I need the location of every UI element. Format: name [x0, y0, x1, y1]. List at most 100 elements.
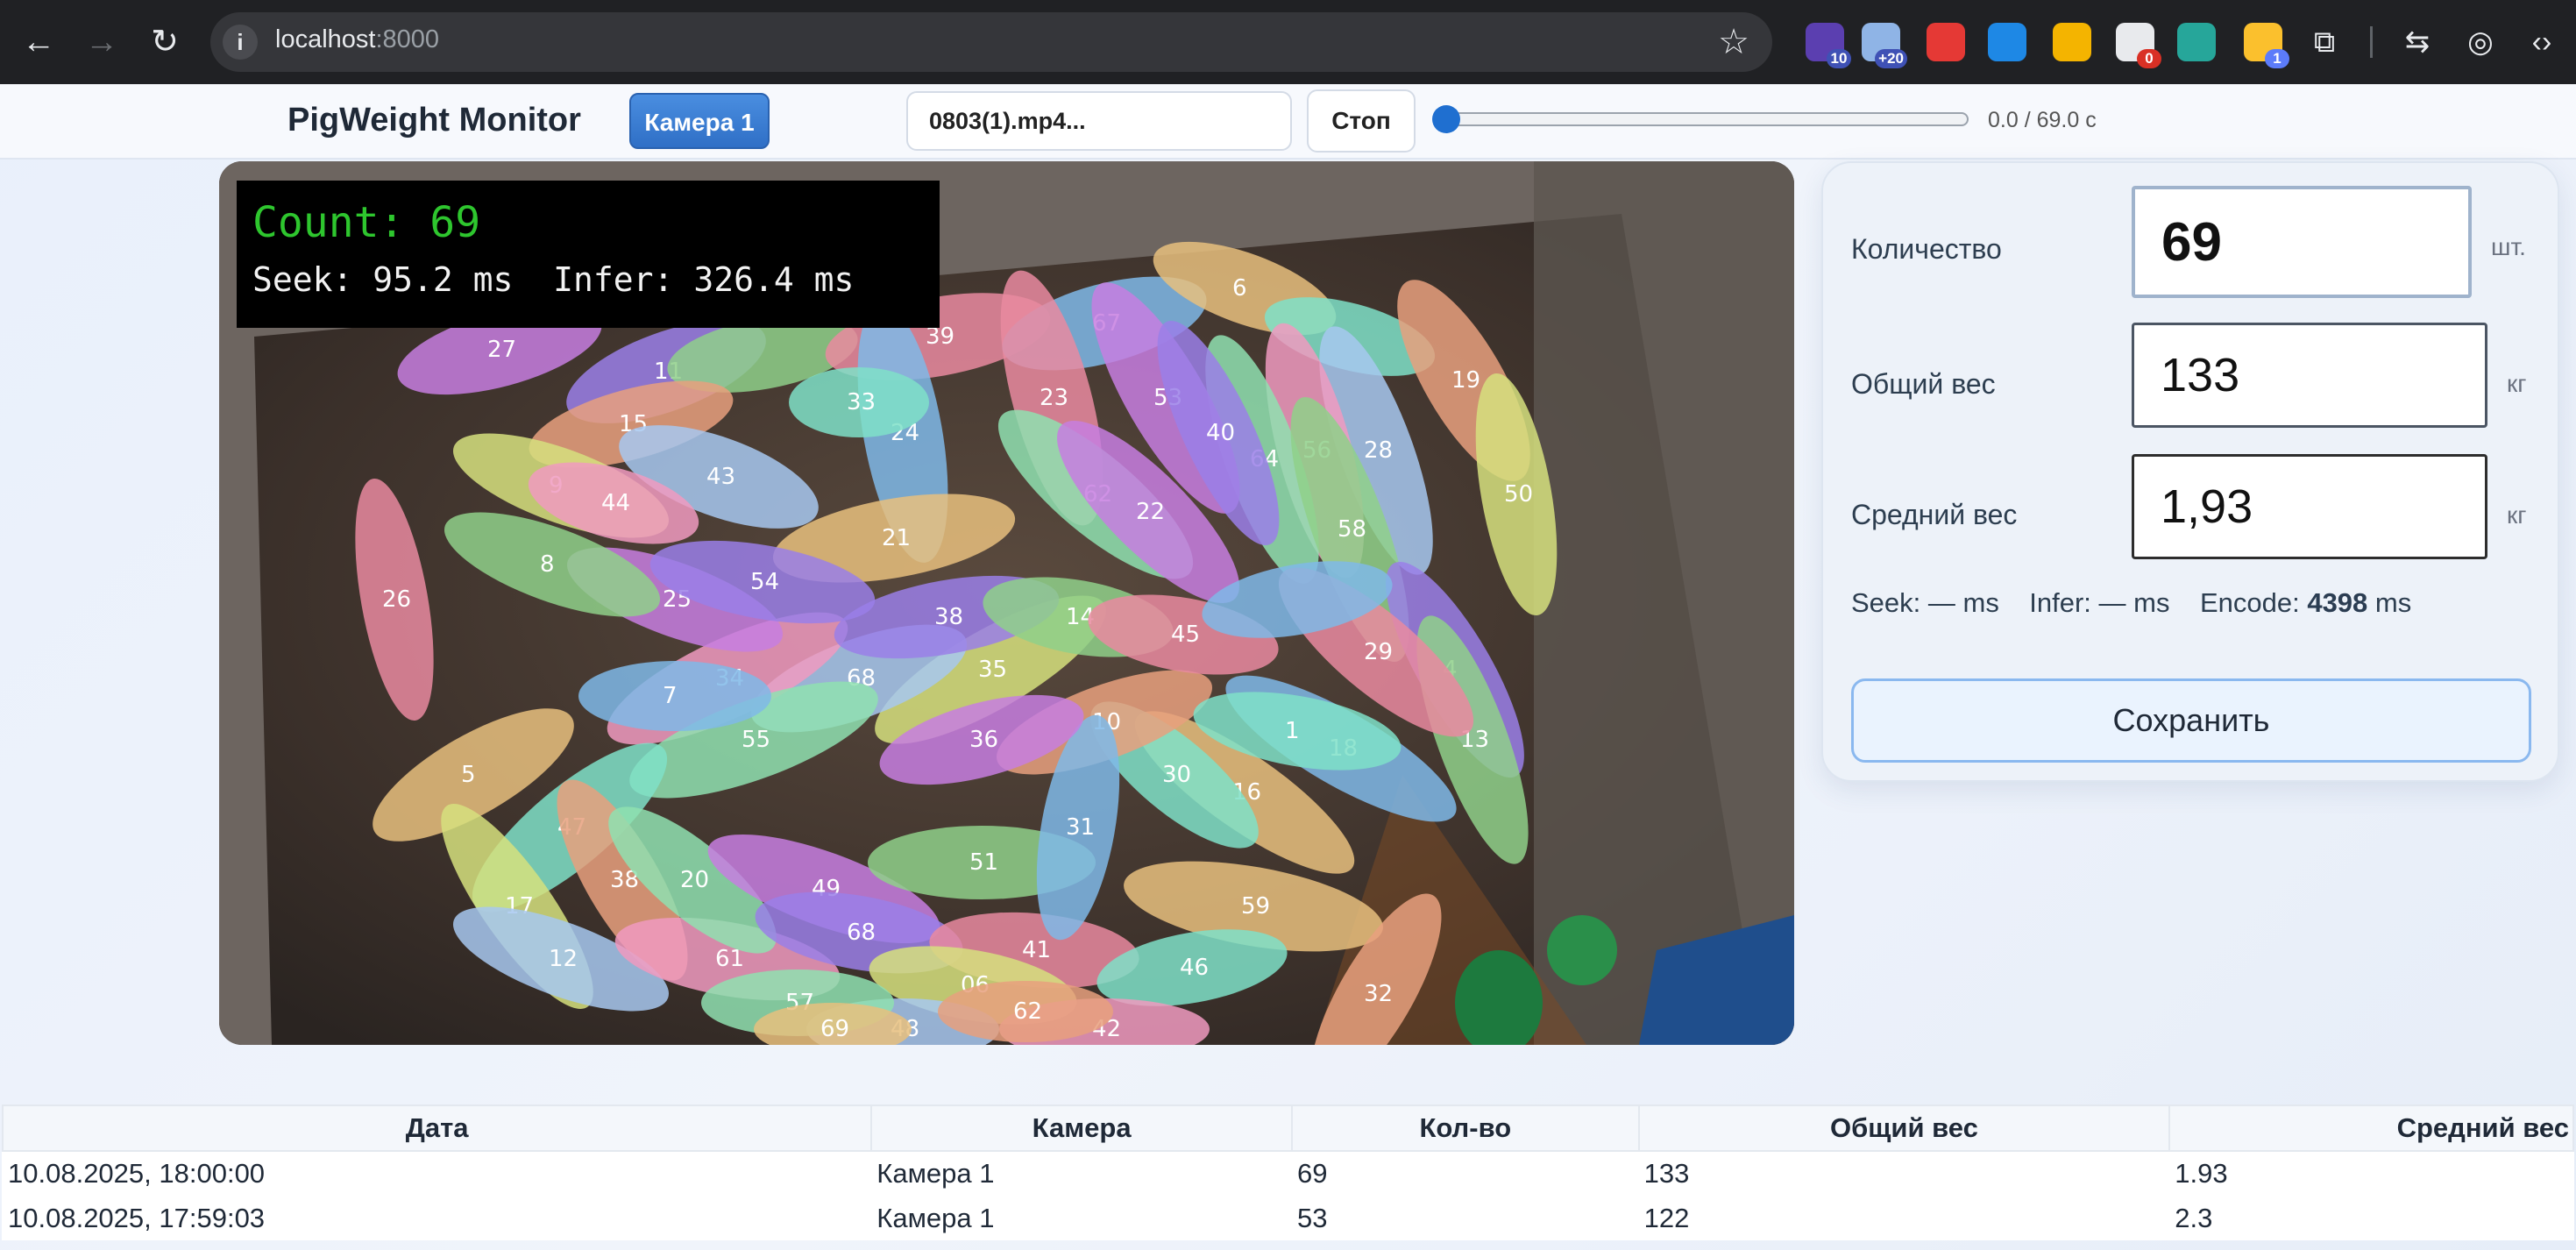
seek-metric: Seek: — ms [1851, 587, 1999, 618]
infer-metric: Infer: — ms [2029, 587, 2170, 618]
encode-unit: ms [2374, 587, 2412, 618]
pig-id-label: 8 [540, 551, 555, 578]
extensions-puzzle-icon[interactable]: ⧉ [2303, 21, 2345, 63]
cell-camera: Камера 1 [871, 1151, 1292, 1196]
adblock-hand-icon[interactable] [1927, 23, 1965, 61]
pig-id-label: 45 [1171, 621, 1200, 648]
pig-id-label: 50 [1504, 481, 1533, 508]
average-weight-unit: кг [2507, 501, 2527, 529]
devtools-code-icon[interactable]: ‹› [2521, 21, 2563, 63]
atom-extension-icon[interactable] [2177, 23, 2216, 61]
pig-id-label: 54 [750, 569, 779, 595]
pig-detection-frame: 2711396761950285664534058232421331594344… [219, 161, 1794, 1045]
cell-date: 10.08.2025, 18:00:00 [3, 1151, 872, 1196]
playback-slider[interactable] [1432, 105, 1969, 133]
pig-id-label: 62 [1013, 998, 1042, 1025]
forward-arrow-icon[interactable]: → [79, 19, 124, 65]
pig-id-label: 5 [461, 762, 476, 788]
bookmark-star-icon[interactable]: ☆ [1718, 21, 1749, 63]
stop-button[interactable]: Стоп [1307, 89, 1416, 153]
overlay-timing-text: Seek: 95.2 ms Infer: 326.4 ms [252, 260, 854, 299]
extension-badge: 0 [2137, 49, 2161, 68]
pig-id-label: 27 [487, 337, 516, 363]
column-header-date[interactable]: Дата [1, 1104, 873, 1152]
slider-thumb[interactable] [1432, 105, 1460, 133]
weather-extension-icon[interactable]: +20 [1862, 23, 1907, 68]
total-weight-value: 133 [2132, 323, 2487, 428]
pig-id-label: 41 [1022, 937, 1051, 963]
cell-count: 69 [1291, 1151, 1639, 1196]
pig-id-label: 43 [706, 464, 735, 490]
count-label: Количество [1851, 233, 2002, 265]
spy-extension-icon[interactable]: 0 [2116, 23, 2161, 68]
url-port: :8000 [375, 25, 440, 53]
reload-icon[interactable]: ↻ [142, 19, 188, 65]
pig-id-label: 36 [969, 727, 998, 753]
average-weight-value: 1,93 [2132, 454, 2487, 559]
history-table: Дата Камера Кол-во Общий вес Средний вес… [1, 1104, 2574, 1240]
screenshot-icon[interactable]: ◎ [2459, 21, 2501, 63]
pig-id-label: 30 [1162, 762, 1191, 788]
translate-icon[interactable]: ⇆ [2396, 21, 2438, 63]
site-info-icon[interactable]: i [223, 25, 258, 60]
extension-badge: +20 [1875, 49, 1907, 68]
save-button[interactable]: Сохранить [1851, 678, 2531, 763]
overlay-count-text: Count: 69 [252, 198, 480, 247]
pig-id-label: 12 [549, 946, 578, 972]
pig-id-label: 6 [1232, 275, 1247, 302]
extension-badge: 1 [2265, 49, 2289, 68]
cell-count: 53 [1291, 1196, 1639, 1240]
column-header-camera[interactable]: Камера [870, 1104, 1293, 1152]
table-row[interactable]: 10.08.2025, 18:00:00 Камера 1 69 133 1.9… [3, 1151, 2573, 1196]
pig-id-label: 22 [1136, 499, 1165, 525]
back-arrow-icon[interactable]: ← [16, 19, 61, 65]
count-unit: шт. [2491, 233, 2526, 260]
pig-id-label: 21 [882, 525, 911, 551]
voice-extension-icon[interactable] [1988, 23, 2026, 61]
column-header-total-weight[interactable]: Общий вес [1637, 1104, 2171, 1152]
pig-id-label: 69 [820, 1016, 849, 1042]
cell-date: 10.08.2025, 17:59:03 [3, 1196, 872, 1240]
cell-average-weight: 1.93 [2169, 1151, 2573, 1196]
pig-id-label: 1 [1285, 718, 1300, 744]
pig-id-label: 38 [934, 604, 963, 630]
encode-label: Encode: [2199, 587, 2300, 618]
table-header-row: Дата Камера Кол-во Общий вес Средний вес [1, 1104, 2574, 1152]
column-header-average-weight[interactable]: Средний вес [2168, 1104, 2574, 1152]
pig-id-label: 55 [742, 727, 770, 753]
camera-button[interactable]: Камера 1 [629, 93, 770, 149]
total-weight-unit: кг [2507, 370, 2527, 397]
column-header-count[interactable]: Кол-во [1290, 1104, 1640, 1152]
app-page: PigWeight Monitor Камера 1 0803(1).mp4..… [0, 84, 2576, 1250]
worker-boot-right [1547, 915, 1617, 985]
encode-value: 4398 [2307, 587, 2368, 618]
pig-id-label: 23 [1040, 385, 1068, 411]
cookie-extension-icon[interactable]: 1 [2244, 23, 2289, 68]
cell-total-weight: 133 [1638, 1151, 2170, 1196]
pig-id-label: 51 [969, 849, 998, 876]
extension-purple-icon[interactable]: 10 [1806, 23, 1851, 68]
time-readout: 0.0 / 69.0 с [1988, 108, 2097, 132]
count-value: 69 [2132, 186, 2472, 298]
pig-id-label: 7 [663, 683, 678, 709]
cell-camera: Камера 1 [871, 1196, 1292, 1240]
app-header: PigWeight Monitor Камера 1 0803(1).mp4..… [0, 84, 2576, 160]
pig-id-label: 19 [1451, 367, 1480, 394]
extension-badge: 10 [1827, 49, 1851, 68]
pig-id-label: 28 [1364, 437, 1393, 464]
cell-total-weight: 122 [1638, 1196, 2170, 1240]
pig-id-label: 58 [1338, 516, 1366, 543]
stats-panel: Количество 69 шт. Общий вес 133 кг Средн… [1821, 161, 2559, 782]
chromatic-extension-icon[interactable] [2053, 23, 2091, 61]
pig-id-label: 46 [1180, 955, 1209, 981]
video-stream: 2711396761950285664534058232421331594344… [219, 161, 1794, 1045]
pig-id-label: 40 [1206, 420, 1235, 446]
pig-id-label: 59 [1241, 893, 1270, 920]
file-select-field[interactable]: 0803(1).mp4... [906, 91, 1292, 151]
address-bar[interactable]: i localhost:8000 ☆ [210, 12, 1772, 72]
url-host: localhost [275, 25, 376, 53]
pig-id-label: 68 [847, 920, 876, 946]
pig-id-label: 26 [382, 586, 411, 613]
timing-metrics: Seek: — ms Infer: — ms Encode: 4398 ms [1851, 587, 2411, 619]
table-row[interactable]: 10.08.2025, 17:59:03 Камера 1 53 122 2.3 [3, 1196, 2573, 1240]
